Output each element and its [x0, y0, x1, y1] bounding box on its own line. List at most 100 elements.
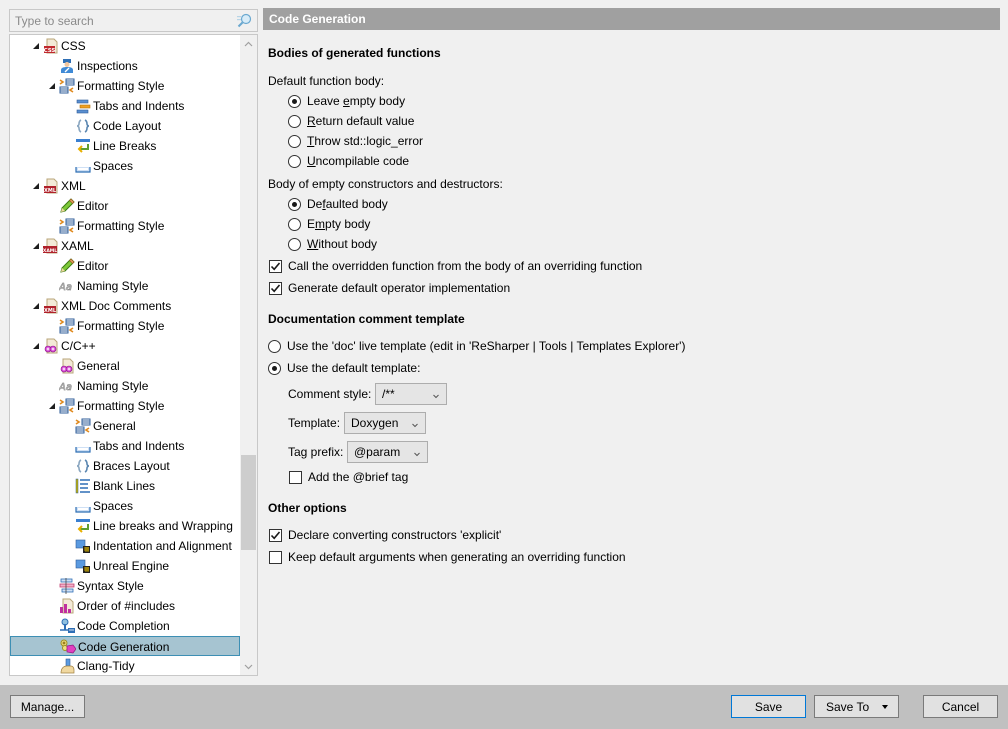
tree-item[interactable]: Formatting Style: [10, 216, 240, 236]
radio-option[interactable]: Without body: [288, 235, 377, 253]
search-icon[interactable]: [237, 13, 253, 28]
tree-item[interactable]: Inspections: [10, 56, 240, 76]
svg-text:XML: XML: [44, 188, 57, 194]
radio-button[interactable]: [288, 197, 301, 211]
search-box[interactable]: [9, 9, 258, 32]
radio-button[interactable]: [288, 134, 301, 148]
braces-icon: [75, 458, 91, 474]
dropdown-arrow-icon[interactable]: [882, 705, 888, 709]
tree-item[interactable]: Spaces: [10, 156, 240, 176]
ctor-body-label: Body of empty constructors and destructo…: [268, 177, 503, 191]
tree-item[interactable]: Code Completion: [10, 616, 240, 636]
tree-item[interactable]: Code Generation: [10, 636, 240, 656]
add-brief-checkbox[interactable]: Add the @brief tag: [289, 468, 408, 486]
save-to-button[interactable]: Save To: [814, 695, 899, 718]
label-part: aulted body: [325, 197, 388, 211]
radio-option[interactable]: Return default value: [288, 112, 414, 130]
expand-triangle-icon[interactable]: [48, 402, 56, 410]
tree-item[interactable]: General: [10, 356, 240, 376]
tree-item[interactable]: Indentation and Alignment: [10, 536, 240, 556]
checkbox-box[interactable]: [269, 550, 282, 564]
search-input[interactable]: [10, 10, 230, 31]
tree-item[interactable]: Formatting Style: [10, 76, 240, 96]
scroll-up-icon[interactable]: [240, 35, 257, 52]
tree-item[interactable]: XML XML: [10, 176, 240, 196]
tree-item-label: General: [93, 419, 136, 433]
tree-item[interactable]: Clang-Tidy: [10, 656, 240, 675]
expand-triangle-icon[interactable]: [48, 82, 56, 90]
tree-item[interactable]: Aa Naming Style: [10, 276, 240, 296]
save-button[interactable]: Save: [731, 695, 806, 718]
tree-item[interactable]: Line breaks and Wrapping: [10, 516, 240, 536]
doc-live-template-radio[interactable]: Use the 'doc' live template (edit in 'Re…: [268, 337, 685, 355]
checkbox-box[interactable]: [269, 281, 282, 295]
radio-button[interactable]: [268, 361, 281, 375]
tree-item-label: Formatting Style: [77, 399, 165, 413]
tree-item[interactable]: Line Breaks: [10, 136, 240, 156]
tree-item[interactable]: Braces Layout: [10, 456, 240, 476]
expand-triangle-icon[interactable]: [32, 182, 40, 190]
expand-triangle-icon[interactable]: [32, 342, 40, 350]
comment-style-dropdown[interactable]: /**: [375, 383, 447, 405]
keep-default-args-checkbox[interactable]: Keep default arguments when generating a…: [269, 548, 626, 566]
tree-item[interactable]: Editor: [10, 196, 240, 216]
tag-prefix-value: @param: [354, 445, 401, 459]
tree-item[interactable]: Code Layout: [10, 116, 240, 136]
section-doc-title: Documentation comment template: [268, 312, 465, 326]
tree-item[interactable]: General: [10, 416, 240, 436]
tree-scrollbar[interactable]: [240, 35, 257, 675]
tree-item[interactable]: Editor: [10, 256, 240, 276]
generate-default-operator-checkbox[interactable]: Generate default operator implementation: [269, 279, 510, 297]
tree-item[interactable]: Formatting Style: [10, 396, 240, 416]
tree-item[interactable]: Tabs and Indents: [10, 436, 240, 456]
tree-item[interactable]: Formatting Style: [10, 316, 240, 336]
declare-explicit-checkbox[interactable]: Declare converting constructors 'explici…: [269, 526, 501, 544]
radio-button[interactable]: [268, 339, 281, 353]
tree-item[interactable]: XAML XAML: [10, 236, 240, 256]
tree-item[interactable]: Aa Naming Style: [10, 376, 240, 396]
tree-item[interactable]: Order of #includes: [10, 596, 240, 616]
call-overridden-checkbox[interactable]: Call the overridden function from the bo…: [269, 257, 642, 275]
settings-dialog: CSS CSS Inspections Formatting Style Tabs an…: [0, 0, 1008, 729]
radio-button[interactable]: [288, 114, 301, 128]
naming-style-icon: Aa: [58, 278, 75, 294]
scroll-down-icon[interactable]: [240, 658, 257, 675]
radio-option[interactable]: Throw std::logic_error: [288, 132, 423, 150]
expand-triangle-icon[interactable]: [32, 242, 40, 250]
radio-button[interactable]: [288, 154, 301, 168]
radio-option[interactable]: Leave empty body: [288, 92, 405, 110]
tree-item[interactable]: Unreal Engine: [10, 556, 240, 576]
tree-item-label: XML Doc Comments: [61, 299, 172, 313]
doc-default-template-radio[interactable]: Use the default template:: [268, 359, 420, 377]
mnemonic-letter: U: [307, 154, 316, 168]
code-completion-icon: [59, 618, 75, 634]
radio-option[interactable]: Empty body: [288, 215, 370, 233]
checkbox-label: Generate default operator implementation: [288, 281, 511, 295]
checkbox-box[interactable]: [289, 470, 302, 484]
checkbox-box[interactable]: [269, 259, 282, 273]
expand-triangle-icon[interactable]: [32, 302, 40, 310]
cancel-button[interactable]: Cancel: [923, 695, 998, 718]
tree-item-label: Naming Style: [77, 379, 149, 393]
tree-item[interactable]: CSS CSS: [10, 36, 240, 56]
tree-item[interactable]: Syntax Style: [10, 576, 240, 596]
radio-button[interactable]: [288, 217, 301, 231]
tree-item[interactable]: C/C++: [10, 336, 240, 356]
spaces-icon: [75, 438, 91, 454]
tree-item[interactable]: Spaces: [10, 496, 240, 516]
tree-item[interactable]: XML XML Doc Comments: [10, 296, 240, 316]
manage-button[interactable]: Manage...: [10, 695, 85, 718]
tree-item-label: General: [77, 359, 120, 373]
radio-button[interactable]: [288, 237, 301, 251]
template-dropdown[interactable]: Doxygen: [344, 412, 426, 434]
expand-triangle-icon[interactable]: [32, 42, 40, 50]
tag-prefix-dropdown[interactable]: @param: [347, 441, 428, 463]
radio-option[interactable]: Uncompilable code: [288, 152, 409, 170]
tree-item[interactable]: Tabs and Indents: [10, 96, 240, 116]
checkbox-label: Call the overridden function from the bo…: [288, 259, 643, 273]
tree-item[interactable]: Blank Lines: [10, 476, 240, 496]
checkbox-box[interactable]: [269, 528, 282, 542]
radio-button[interactable]: [288, 94, 301, 108]
scrollbar-thumb[interactable]: [241, 455, 256, 550]
radio-option[interactable]: Defaulted body: [288, 195, 388, 213]
